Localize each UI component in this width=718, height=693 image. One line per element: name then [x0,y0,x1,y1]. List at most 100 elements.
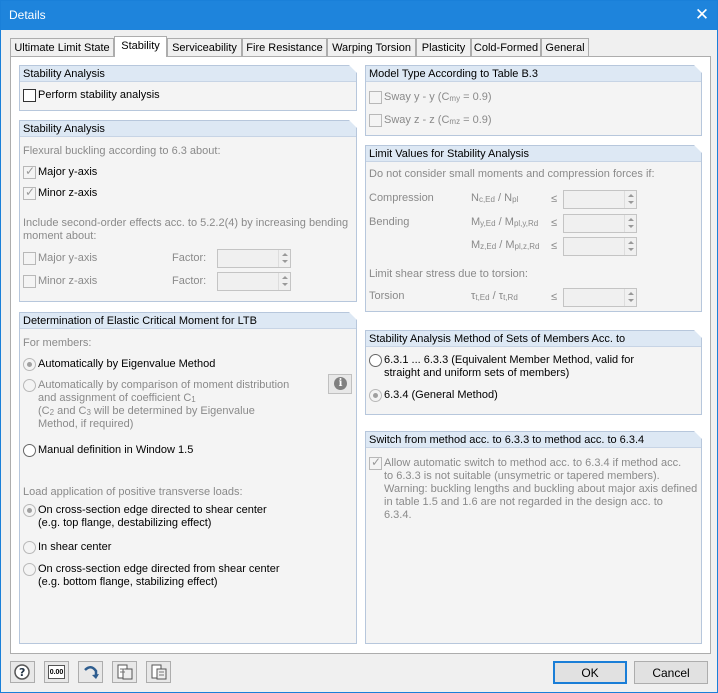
major-y-label: Major y-axis [38,166,98,178]
bending-z-limit-spinner[interactable] [563,237,637,256]
panel-title: Stability Analysis [20,120,357,137]
import-icon [117,664,133,680]
bending-y-limit-spinner[interactable] [563,214,637,233]
minor-z-checkbox[interactable] [23,185,36,200]
tab-fire-resistance[interactable]: Fire Resistance [242,38,327,56]
allow-switch-label-5: 6.3.4. [384,509,412,521]
minor-z-label: Minor z-axis [38,187,98,199]
general-method-radio[interactable] [369,389,382,402]
close-icon[interactable]: ✕ [687,1,717,29]
so-minor-z-checkbox[interactable] [23,275,36,288]
limit-values-panel: Limit Values for Stability Analysis Do n… [365,145,702,312]
reset-button[interactable] [78,661,103,683]
help-button[interactable]: ? [10,661,35,683]
tab-general[interactable]: General [541,38,589,56]
factor-y-spinner[interactable] [217,249,291,268]
reset-icon [84,666,99,679]
torsion-limit-spinner[interactable] [563,288,637,307]
limit-intro-label: Do not consider small moments and compre… [369,168,655,180]
window-title: Details [9,8,46,22]
eigenvalue-radio[interactable] [23,358,36,371]
tab-plasticity[interactable]: Plasticity [416,38,471,56]
load-edge-to-label-1: On cross-section edge directed to shear … [38,504,267,516]
eigenvalue-label: Automatically by Eigenvalue Method [38,358,216,370]
title-bar: Details ✕ [1,1,717,30]
sway-z-label: Sway z - z (Cmz = 0.9) [384,114,492,126]
load-edge-from-label-2: (e.g. bottom flange, stabilizing effect) [38,576,218,588]
panel-title: Limit Values for Stability Analysis [366,145,702,162]
allow-switch-label-3: Warning: buckling lengths and buckling a… [384,483,698,495]
second-order-label-2: moment about: [23,230,97,242]
perform-stability-label: Perform stability analysis [38,89,160,101]
sway-y-label: Sway y - y (Cmy = 0.9) [384,91,492,103]
units-icon: 0.00 [48,665,65,679]
compression-le: ≤ [551,193,558,205]
compression-limit-spinner[interactable] [563,190,637,209]
tab-content: Stability Analysis Perform stability ana… [10,56,711,654]
panel-title: Determination of Elastic Critical Moment… [20,312,357,329]
panel-title: Stability Analysis Method of Sets of Mem… [366,330,702,347]
allow-switch-label-4: in table 1.5 and 1.6 are not regarded in… [384,496,663,508]
sway-y-checkbox[interactable] [369,91,382,104]
import-button[interactable] [112,661,137,683]
load-edge-to-label-2: (e.g. top flange, destabilizing effect) [38,517,212,529]
bending-label: Bending [369,216,410,228]
panel-title: Switch from method acc. to 6.3.3 to meth… [366,431,702,448]
tab-stability[interactable]: Stability [114,36,167,57]
for-members-label: For members: [23,337,92,349]
allow-switch-label-2: to 6.3.3 is not suitable (unsymetric or … [384,470,660,482]
load-in-shear-center-radio[interactable] [23,541,36,554]
bending-z-le: ≤ [551,240,558,252]
factor-label-z: Factor: [172,275,207,287]
moment-comparison-label-3: (C2 and C3 will be determined by Eigenva… [38,405,255,417]
torsion-label: Torsion [369,290,405,302]
details-dialog: Details ✕ Ultimate Limit State Stability… [0,0,718,693]
tab-cold-formed[interactable]: Cold-Formed [471,38,541,56]
ltb-panel: Determination of Elastic Critical Moment… [19,312,357,644]
tab-ultimate-limit-state[interactable]: Ultimate Limit State [10,38,114,56]
compression-formula: Nc,Ed / Npl [471,192,519,204]
bending-z-formula: Mz,Ed / Mpl,z,Rd [471,239,540,251]
model-type-panel: Model Type According to Table B.3 Sway y… [365,65,702,136]
torsion-formula: τt,Ed / τt,Rd [471,290,518,302]
manual-definition-label: Manual definition in Window 1.5 [38,444,194,456]
flexural-label: Flexural buckling according to 6.3 about… [23,145,221,157]
switch-method-panel: Switch from method acc. to 6.3.3 to meth… [365,431,702,644]
moment-comparison-label-4: Method, if required) [38,418,134,430]
equivalent-member-radio[interactable] [369,354,382,367]
info-button[interactable]: i [328,374,352,394]
flexural-buckling-panel: Stability Analysis Flexural buckling acc… [19,120,357,302]
allow-switch-checkbox[interactable] [369,455,382,470]
bending-y-le: ≤ [551,217,558,229]
so-minor-z-label: Minor z-axis [38,275,98,287]
export-button[interactable] [146,661,171,683]
load-edge-from-label-1: On cross-section edge directed from shea… [38,563,280,575]
shear-limit-label: Limit shear stress due to torsion: [369,268,528,280]
manual-definition-radio[interactable] [23,444,36,457]
moment-comparison-radio[interactable] [23,379,36,392]
info-icon: i [334,377,347,390]
factor-z-spinner[interactable] [217,272,291,291]
so-major-y-checkbox[interactable] [23,252,36,265]
ok-button[interactable]: OK [553,661,627,684]
allow-switch-label-1: Allow automatic switch to method acc. to… [384,457,682,469]
equivalent-member-label-1: 6.3.1 ... 6.3.3 (Equivalent Member Metho… [384,354,635,366]
load-application-label: Load application of positive transverse … [23,486,243,498]
tab-serviceability[interactable]: Serviceability [167,38,242,56]
cancel-button[interactable]: Cancel [634,661,708,684]
load-in-shear-center-label: In shear center [38,541,112,553]
sway-z-checkbox[interactable] [369,114,382,127]
compression-label: Compression [369,192,434,204]
major-y-checkbox[interactable] [23,164,36,179]
load-edge-to-radio[interactable] [23,504,36,517]
units-button[interactable]: 0.00 [44,661,69,683]
moment-comparison-label-1: Automatically by comparison of moment di… [38,379,290,391]
load-edge-from-radio[interactable] [23,563,36,576]
svg-text:?: ? [19,666,25,679]
perform-stability-checkbox[interactable] [23,89,36,102]
general-method-label: 6.3.4 (General Method) [384,389,498,401]
equivalent-member-label-2: straight and uniform sets of members) [384,367,570,379]
bending-y-formula: My,Ed / Mpl,y,Rd [471,216,539,228]
so-major-y-label: Major y-axis [38,252,98,264]
tab-warping-torsion[interactable]: Warping Torsion [327,38,416,56]
